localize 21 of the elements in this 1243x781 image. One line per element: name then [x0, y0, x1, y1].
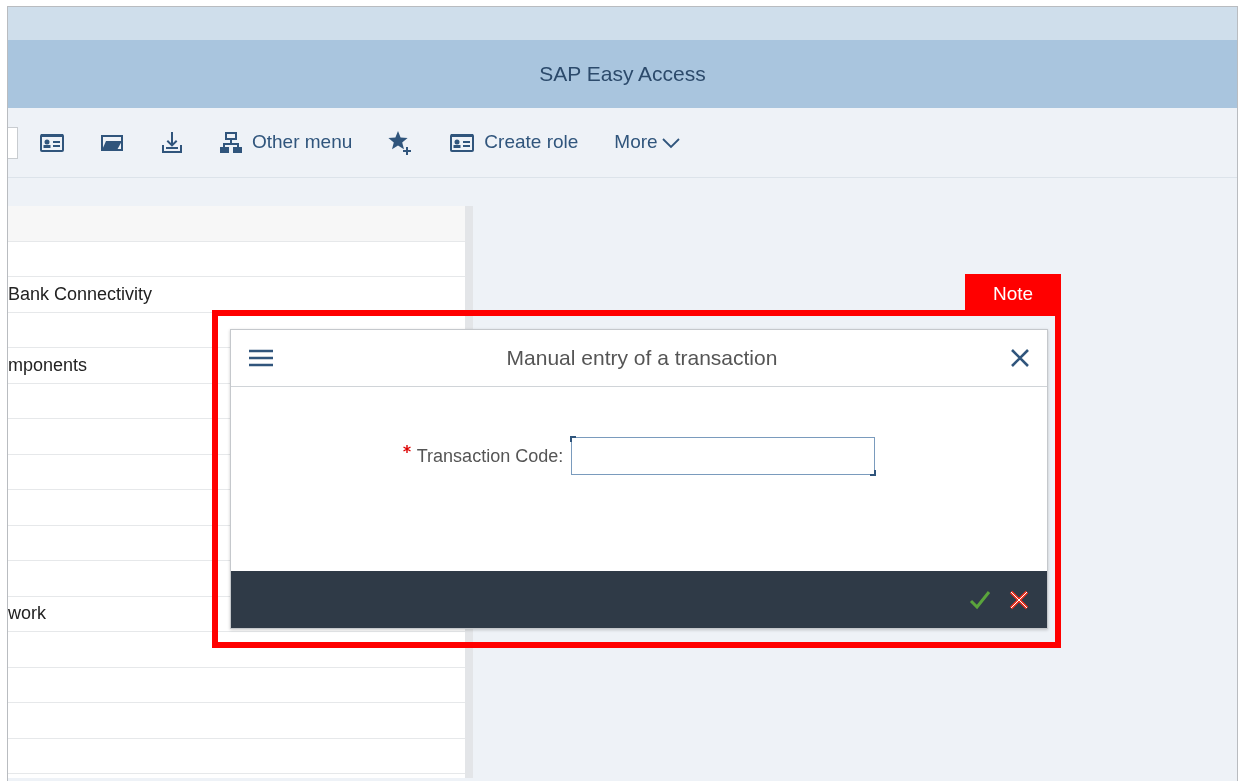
- id-card-icon[interactable]: [40, 132, 64, 153]
- folder-icon[interactable]: [100, 132, 124, 153]
- close-icon[interactable]: [1011, 349, 1029, 367]
- dialog-title: Manual entry of a transaction: [505, 345, 779, 372]
- dropdown-field[interactable]: [8, 126, 18, 159]
- download-tray-icon[interactable]: [160, 130, 184, 155]
- toolbar-button[interactable]: Create role: [450, 128, 579, 157]
- more-menu-button[interactable]: More: [614, 128, 680, 157]
- cancel-icon[interactable]: [1009, 589, 1029, 610]
- hierarchy-icon: [220, 131, 242, 154]
- menu-icon[interactable]: [249, 349, 273, 367]
- tree-item[interactable]: work: [8, 600, 46, 628]
- id-card-icon: [450, 132, 475, 153]
- tree-item[interactable]: Bank Connectivity: [8, 280, 153, 308]
- checkmark-icon[interactable]: [969, 589, 991, 610]
- field-label: Transaction Code:: [416, 445, 564, 468]
- toolbar-button[interactable]: Other menu: [220, 128, 353, 157]
- window-title: SAP Easy Access: [539, 61, 706, 88]
- chevron-down-icon: [661, 136, 680, 149]
- transaction-code-field[interactable]: [571, 437, 876, 475]
- tree-item[interactable]: mponents: [8, 351, 88, 379]
